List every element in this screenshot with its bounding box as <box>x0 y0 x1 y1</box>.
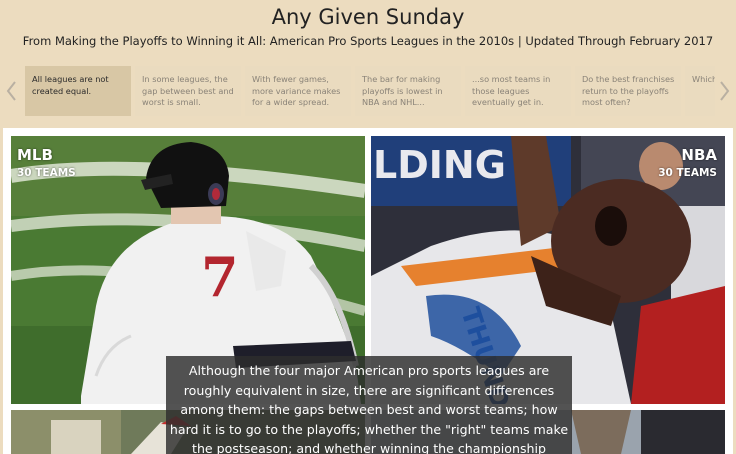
page-subtitle: From Making the Playoffs to Winning it A… <box>22 34 714 48</box>
story-caption: Although the four major American pro spo… <box>166 356 572 454</box>
story-point-2[interactable]: In some leagues, the gap between best an… <box>135 66 241 116</box>
chevron-right-icon[interactable] <box>714 78 734 104</box>
nba-league-label: NBA <box>681 146 717 164</box>
arena-sign-text: LDING <box>373 143 506 187</box>
story-point-track: All leagues are not created equal. In so… <box>25 66 715 116</box>
story-point-6[interactable]: Do the best franchises return to the pla… <box>575 66 681 116</box>
story-point-1[interactable]: All leagues are not created equal. <box>25 66 131 116</box>
nba-team-count: 30 TEAMS <box>658 167 717 179</box>
story-navigator: All leagues are not created equal. In so… <box>0 64 736 118</box>
chevron-left-icon[interactable] <box>2 78 22 104</box>
jersey-number: 7 <box>201 245 239 309</box>
mlb-team-count: 30 TEAMS <box>17 167 76 179</box>
mlb-league-label: MLB <box>17 146 53 164</box>
dashboard-header: Any Given Sunday From Making the Playoff… <box>0 0 736 62</box>
page-title: Any Given Sunday <box>271 5 465 29</box>
story-point-5[interactable]: ...so most teams in those leagues eventu… <box>465 66 571 116</box>
story-point-3[interactable]: With fewer games, more variance makes fo… <box>245 66 351 116</box>
story-point-7[interactable]: Which have chan <box>685 66 715 116</box>
story-point-4[interactable]: The bar for making playoffs is lowest in… <box>355 66 461 116</box>
